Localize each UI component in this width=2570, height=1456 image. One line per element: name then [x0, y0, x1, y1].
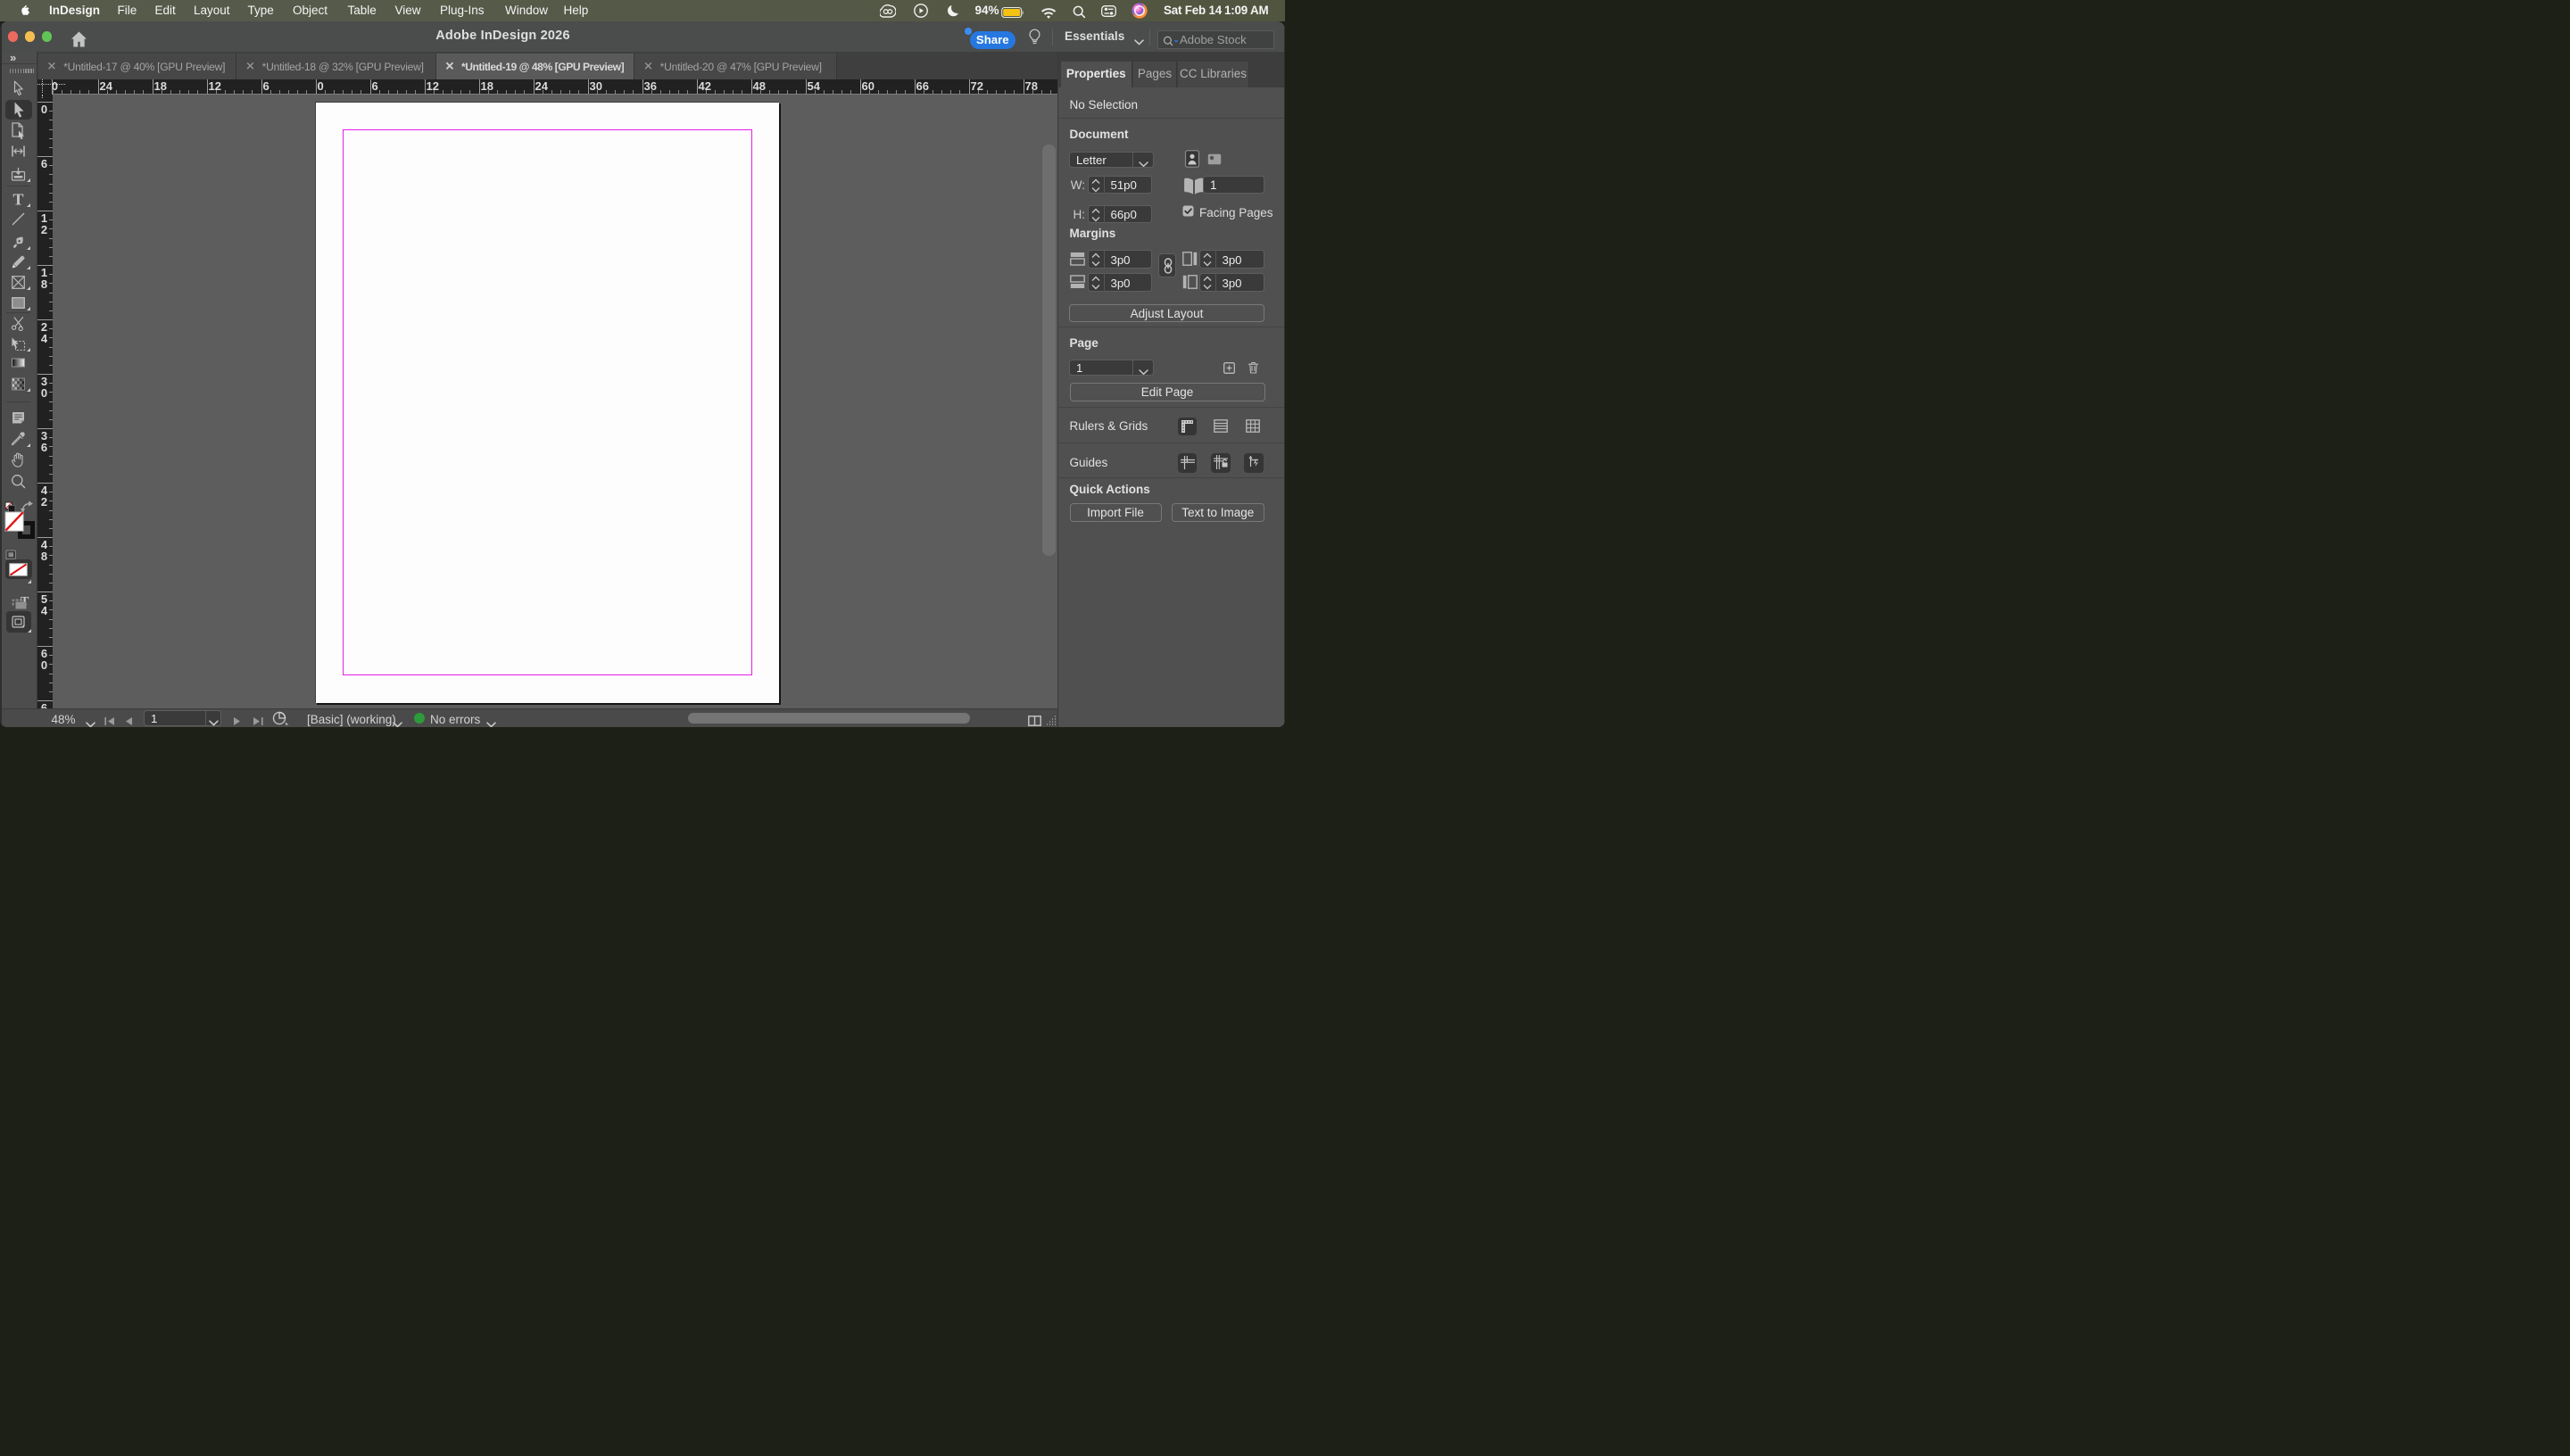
svg-text:T: T — [13, 191, 24, 208]
